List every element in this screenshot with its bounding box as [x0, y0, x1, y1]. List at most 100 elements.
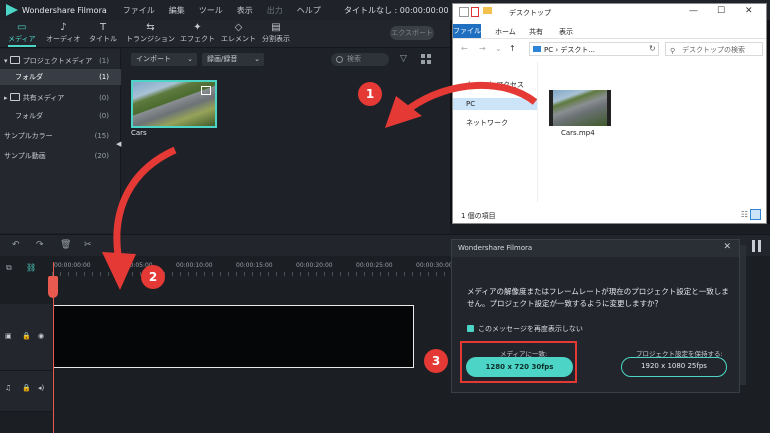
- eye-icon[interactable]: ◉: [38, 332, 44, 340]
- media-thumbnail-cars[interactable]: [131, 80, 217, 128]
- explorer-status: 1 個の項目: [461, 212, 496, 220]
- forward-icon[interactable]: →: [479, 44, 486, 53]
- timeline-scrollbar[interactable]: [740, 245, 746, 385]
- collapse-sidebar-icon[interactable]: ◀: [116, 140, 121, 148]
- menu-file[interactable]: ファイル: [123, 5, 155, 16]
- dont-show-again-checkbox[interactable]: このメッセージを再度表示しない: [467, 324, 583, 334]
- tab-titles-label: タイトル: [89, 35, 117, 43]
- up-icon[interactable]: ↑: [509, 44, 516, 53]
- ruler-tick: 00:00:25:00: [356, 262, 393, 269]
- explorer-ribbon: ファイル ホーム 共有 表示: [453, 24, 766, 39]
- undo-icon[interactable]: ↶: [12, 240, 20, 250]
- import-dropdown[interactable]: インポート ⌄: [131, 53, 197, 66]
- folder-icon: ▭: [17, 22, 27, 33]
- sidebar-item-count: (1): [99, 57, 109, 65]
- audio-track-header: ♫ 🔒 ◂): [0, 371, 52, 412]
- chevron-down-icon: ⌄: [187, 55, 193, 63]
- project-title: タイトルなし : 00:00:00:00: [344, 6, 449, 15]
- add-track-icon[interactable]: ⧉: [6, 263, 12, 273]
- tab-transitions-label: トランジション: [126, 35, 175, 43]
- tab-effects[interactable]: ✦ エフェクト: [180, 22, 215, 44]
- tree-item-pc[interactable]: PC: [453, 98, 537, 110]
- ribbon-tab-file[interactable]: ファイル: [453, 24, 481, 38]
- explorer-search-input[interactable]: ⚲ デスクトップの検索: [665, 42, 763, 56]
- record-dropdown[interactable]: 録画/録音 ⌄: [202, 53, 264, 66]
- chevron-right-icon: ▸: [4, 94, 10, 102]
- sidebar-item-sample-videos[interactable]: サンプル動画 (20): [0, 148, 121, 164]
- sidebar-item-label: サンプル動画: [4, 152, 46, 160]
- export-button[interactable]: エクスポート: [390, 26, 434, 40]
- step-badge-2: 2: [141, 265, 165, 289]
- sidebar-item-label: 共有メディア: [22, 94, 65, 102]
- ribbon-tab-share[interactable]: 共有: [529, 27, 543, 37]
- ruler-tick: 00:00:10:00: [176, 262, 213, 269]
- search-icon: [336, 56, 343, 63]
- checklist-icon: [471, 7, 479, 17]
- sidebar-item-shared-folder[interactable]: フォルダ (0): [0, 108, 121, 124]
- playhead-handle[interactable]: [48, 276, 58, 298]
- address-bar[interactable]: PC › デスクト...: [529, 42, 659, 56]
- refresh-icon[interactable]: ↻: [649, 44, 656, 53]
- recent-icon[interactable]: ⌄: [495, 44, 502, 53]
- menu-edit[interactable]: 編集: [169, 5, 185, 16]
- pause-icon: [752, 240, 755, 252]
- tab-split-screen[interactable]: ▤ 分割表示: [262, 22, 290, 44]
- close-icon[interactable]: ✕: [745, 6, 753, 16]
- import-label: インポート: [136, 55, 171, 63]
- grid-view-icon[interactable]: [421, 54, 431, 64]
- tab-media[interactable]: ▭ メディア: [8, 22, 36, 47]
- delete-icon[interactable]: 🗑: [60, 240, 71, 250]
- tab-titles[interactable]: T タイトル: [89, 22, 117, 44]
- navigation-pane: クイック アクセス PC ネットワーク: [453, 62, 538, 202]
- explorer-icon: [459, 7, 469, 17]
- pc-icon: [533, 46, 541, 52]
- cut-icon[interactable]: ✂: [84, 240, 92, 250]
- ruler-tick: 00:00:20:00: [296, 262, 333, 269]
- sidebar-item-label: サンプルカラー: [4, 132, 53, 140]
- tab-transitions[interactable]: ⇆ トランジション: [126, 22, 175, 44]
- menu-help[interactable]: ヘルプ: [297, 5, 321, 16]
- details-view-icon[interactable]: ☷: [741, 210, 748, 219]
- sidebar-item-sample-colors[interactable]: サンプルカラー (15): [0, 128, 121, 144]
- media-search-input[interactable]: 検索: [331, 53, 389, 66]
- tab-audio[interactable]: ♪ オーディオ: [46, 22, 81, 44]
- sidebar-item-shared-media[interactable]: ▸ 共有メディア (0): [0, 90, 121, 106]
- speaker-icon[interactable]: ◂): [38, 384, 44, 392]
- tree-item-quick-access[interactable]: クイック アクセス: [466, 80, 524, 90]
- file-thumbnail-cars[interactable]: [549, 90, 611, 126]
- dialog-title: Wondershare Filmora: [452, 240, 739, 257]
- app-name: Wondershare Filmora: [22, 5, 107, 15]
- menu-tools[interactable]: ツール: [199, 5, 223, 16]
- back-icon[interactable]: ←: [461, 44, 468, 53]
- link-icon[interactable]: ⛓: [26, 263, 36, 272]
- timeline-video-clip[interactable]: [53, 305, 414, 368]
- menu-view[interactable]: 表示: [237, 5, 253, 16]
- explorer-titlebar: デスクトップ — ☐ ✕: [453, 4, 766, 20]
- dialog-message: メディアの解像度またはフレームレートが現在のプロジェクト設定と一致しません。プロ…: [467, 287, 729, 308]
- large-icons-view-icon[interactable]: [750, 209, 761, 220]
- ribbon-tab-view[interactable]: 表示: [559, 27, 573, 37]
- filter-icon[interactable]: ▽: [400, 54, 407, 64]
- sidebar-item-project-media[interactable]: ▾ プロジェクトメディア (1): [0, 53, 121, 69]
- sidebar-item-count: (20): [94, 152, 109, 160]
- ribbon-tab-home[interactable]: ホーム: [495, 27, 516, 37]
- minimize-icon[interactable]: —: [689, 6, 698, 16]
- tab-audio-label: オーディオ: [46, 35, 81, 43]
- menu-export[interactable]: 出力: [267, 5, 283, 16]
- redo-icon[interactable]: ↷: [36, 240, 44, 250]
- explorer-search-placeholder: デスクトップの検索: [682, 46, 745, 54]
- maximize-icon[interactable]: ☐: [717, 6, 725, 16]
- tab-elements[interactable]: ◇ エレメント: [221, 22, 256, 44]
- lock-icon[interactable]: 🔒: [22, 384, 31, 392]
- sidebar-item-label: フォルダ: [15, 73, 43, 81]
- keep-settings-button[interactable]: 1920 x 1080 25fps: [621, 357, 727, 377]
- tree-item-network[interactable]: ネットワーク: [466, 118, 508, 128]
- video-track-icon: ▣: [5, 332, 12, 340]
- close-icon[interactable]: ✕: [723, 242, 731, 252]
- media-sidebar: ▾ プロジェクトメディア (1) フォルダ (1) ▸ 共有メディア (0) フ…: [0, 49, 121, 275]
- file-name[interactable]: Cars.mp4: [561, 129, 595, 137]
- sidebar-item-folder[interactable]: フォルダ (1): [0, 69, 121, 85]
- explorer-window: デスクトップ — ☐ ✕ ファイル ホーム 共有 表示 ← → ⌄ ↑ PC ›…: [452, 3, 767, 224]
- lock-icon[interactable]: 🔒: [22, 332, 31, 340]
- sidebar-item-count: (15): [94, 132, 109, 140]
